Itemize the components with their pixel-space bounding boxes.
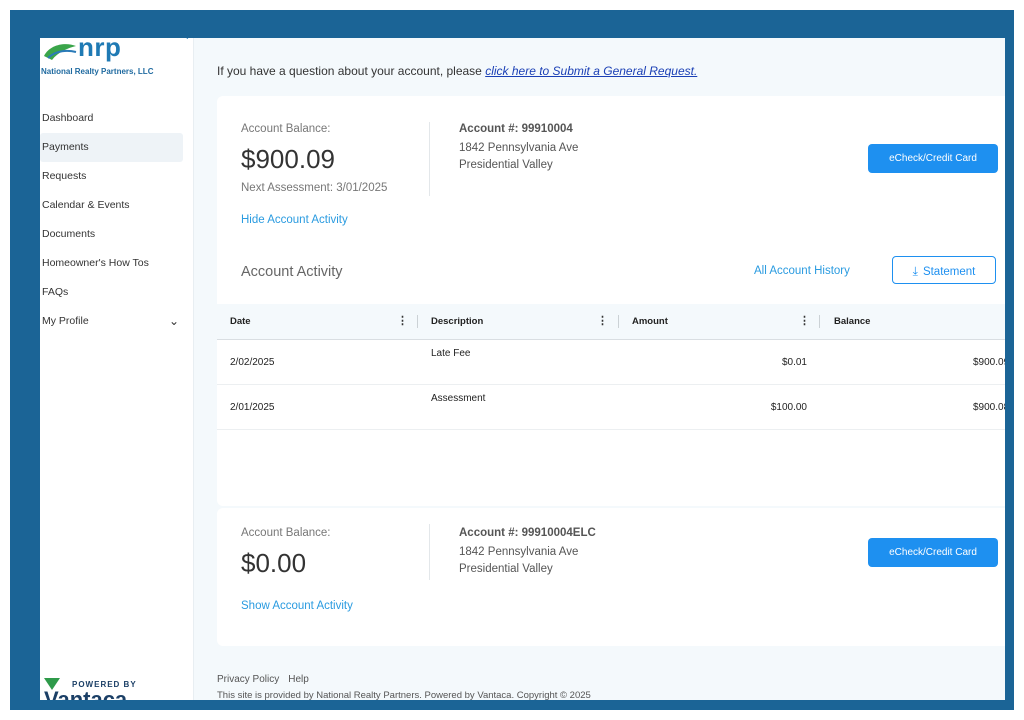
account-number: Account #: 99910004ELC: [459, 527, 596, 539]
column-header-balance[interactable]: Balance: [834, 304, 870, 339]
column-menu-icon[interactable]: ⋮: [397, 304, 408, 339]
echeck-credit-card-button[interactable]: eCheck/Credit Card: [868, 538, 998, 567]
account-card: Account Balance: $900.09 Next Assessment…: [217, 96, 1005, 506]
sidebar-item-dashboard[interactable]: Dashboard: [40, 104, 193, 133]
footer-copyright: This site is provided by National Realty…: [217, 690, 591, 700]
column-header-date[interactable]: Date: [230, 304, 251, 339]
balance-label: Account Balance:: [241, 527, 331, 539]
cell-amount: $0.01: [781, 357, 807, 368]
table-row: 2/01/2025 Assessment $100.00 $900.08: [217, 385, 1005, 430]
column-menu-icon[interactable]: ⋮: [1001, 304, 1005, 339]
sidebar-item-payments[interactable]: Payments: [40, 133, 183, 162]
company-logo[interactable]: nrp National Realty Partners, LLC ‹: [40, 38, 193, 88]
question-banner: If you have a question about your accoun…: [217, 64, 697, 78]
cell-amount: $100.00: [770, 402, 807, 413]
collapse-sidebar-icon[interactable]: ‹: [185, 38, 189, 43]
activity-table: Date ⋮ Description ⋮ Amount ⋮ Balance ⋮ …: [217, 304, 1005, 430]
chevron-down-icon[interactable]: ⌄: [169, 307, 179, 336]
privacy-policy-link[interactable]: Privacy Policy: [217, 674, 279, 685]
column-divider[interactable]: [618, 315, 619, 328]
balance-label: Account Balance:: [241, 123, 331, 135]
question-text: If you have a question about your accoun…: [217, 64, 486, 78]
footer-links: Privacy Policy Help: [217, 674, 318, 685]
sidebar: nrp National Realty Partners, LLC ‹ Dash…: [40, 38, 194, 700]
divider: [429, 122, 430, 196]
column-menu-icon[interactable]: ⋮: [799, 304, 810, 339]
account-card: Account Balance: $0.00 Show Account Acti…: [217, 508, 1005, 646]
sidebar-item-label: Payments: [42, 141, 89, 153]
sidebar-item-label: FAQs: [42, 286, 69, 298]
company-name: National Realty Partners, LLC: [41, 67, 154, 76]
address-line-2: Presidential Valley: [459, 159, 553, 171]
cell-date: 2/02/2025: [230, 357, 275, 368]
column-header-amount[interactable]: Amount: [632, 304, 668, 339]
sidebar-item-label: My Profile: [42, 315, 89, 327]
sidebar-nav: Dashboard Payments Requests Calendar & E…: [40, 104, 193, 336]
leaf-icon: [44, 44, 77, 60]
table-header: Date ⋮ Description ⋮ Amount ⋮ Balance ⋮: [217, 304, 1005, 340]
hide-account-activity-link[interactable]: Hide Account Activity: [241, 214, 348, 226]
column-menu-icon[interactable]: ⋮: [597, 304, 608, 339]
sidebar-item-label: Homeowner's How Tos: [42, 257, 149, 269]
sidebar-item-faqs[interactable]: FAQs: [40, 278, 193, 307]
next-assessment: Next Assessment: 3/01/2025: [241, 182, 388, 194]
account-activity-title: Account Activity: [241, 264, 343, 280]
sidebar-item-documents[interactable]: Documents: [40, 220, 193, 249]
cell-date: 2/01/2025: [230, 402, 275, 413]
all-account-history-link[interactable]: All Account History: [754, 265, 850, 277]
help-link[interactable]: Help: [288, 674, 309, 685]
general-request-link[interactable]: click here to Submit a General Request.: [485, 64, 697, 78]
sidebar-item-label: Dashboard: [42, 112, 94, 124]
account-number: Account #: 99910004: [459, 123, 573, 135]
cell-description: Late Fee: [431, 348, 471, 359]
sidebar-item-label: Documents: [42, 228, 96, 240]
divider: [429, 524, 430, 580]
screenshot-frame: nrp National Realty Partners, LLC ‹ Dash…: [10, 10, 1014, 710]
balance-amount: $0.00: [241, 548, 307, 578]
column-header-description[interactable]: Description: [431, 304, 483, 339]
address-line-1: 1842 Pennsylvania Ave: [459, 546, 579, 558]
sidebar-item-requests[interactable]: Requests: [40, 162, 193, 191]
sidebar-item-calendar-events[interactable]: Calendar & Events: [40, 191, 193, 220]
show-account-activity-link[interactable]: Show Account Activity: [241, 600, 353, 612]
address-line-2: Presidential Valley: [459, 563, 553, 575]
balance-amount: $900.09: [241, 144, 335, 174]
column-divider[interactable]: [819, 315, 820, 328]
statement-button[interactable]: ⤓ Statement: [892, 256, 996, 284]
statement-button-label: Statement: [922, 266, 976, 278]
echeck-credit-card-button[interactable]: eCheck/Credit Card: [868, 144, 998, 173]
table-row: 2/02/2025 Late Fee $0.01 $900.09: [217, 340, 1005, 385]
app-window: nrp National Realty Partners, LLC ‹ Dash…: [40, 38, 1005, 700]
sidebar-item-my-profile[interactable]: My Profile ⌄: [40, 307, 193, 336]
cell-balance: $900.08: [973, 402, 1005, 413]
sidebar-item-how-tos[interactable]: Homeowner's How Tos: [40, 249, 193, 278]
main-content: If you have a question about your accoun…: [193, 38, 1005, 700]
vendor-name: Vantaca: [44, 687, 128, 700]
sidebar-item-label: Requests: [42, 170, 87, 182]
cell-description: Assessment: [431, 393, 486, 404]
download-icon: ⤓: [912, 264, 918, 278]
logo-text: nrp: [78, 38, 122, 62]
powered-by-logo: POWERED BY Vantaca: [42, 674, 152, 700]
address-line-1: 1842 Pennsylvania Ave: [459, 142, 579, 154]
cell-balance: $900.09: [973, 357, 1005, 368]
sidebar-item-label: Calendar & Events: [42, 199, 130, 211]
column-divider[interactable]: [417, 315, 418, 328]
